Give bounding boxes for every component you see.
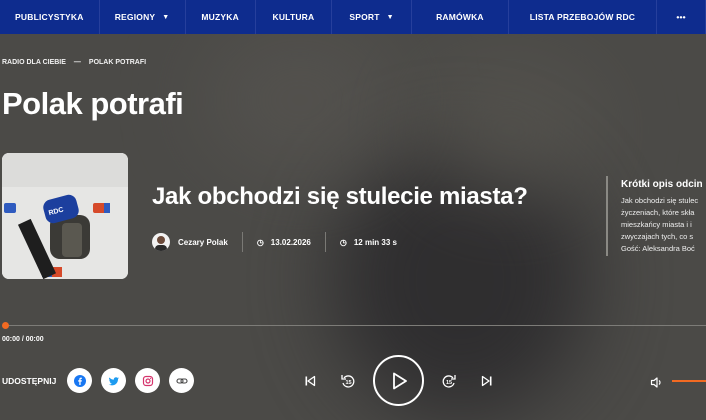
chevron-down-icon: ▼ — [162, 13, 170, 21]
clock-icon: ◷ — [256, 237, 264, 247]
time-display: 00:00 / 00:00 — [2, 336, 44, 343]
breadcrumb-separator: — — [73, 59, 81, 66]
description-title: Krótki opis odcin — [621, 179, 703, 190]
timer-icon: ◷ — [339, 237, 347, 247]
play-icon — [392, 372, 407, 389]
chevron-down-icon: ▼ — [386, 13, 394, 21]
episode-date: 13.02.2026 — [270, 237, 311, 247]
forward-15-button[interactable]: 15 — [440, 372, 458, 390]
svg-text:15: 15 — [346, 380, 352, 386]
nav-item-lista-przebojow[interactable]: LISTA PRZEBOJÓW RDC — [509, 0, 658, 34]
breadcrumb-item-radio[interactable]: RADIO DLA CIEBIE — [2, 59, 66, 66]
link-icon — [176, 377, 188, 384]
author-name[interactable]: Cezary Polak — [178, 238, 228, 247]
breadcrumb: RADIO DLA CIEBIE — POLAK POTRAFI — [2, 59, 146, 66]
share-label: UDOSTĘPNIJ — [2, 375, 57, 386]
skip-next-button[interactable] — [479, 373, 495, 389]
episode-description: Krótki opis odcin Jak obchodzi się stule… — [606, 176, 706, 256]
nav-item-ramowka[interactable]: RAMÓWKA — [412, 0, 509, 34]
rewind-icon: 15 — [341, 375, 355, 388]
nav-item-muzyka[interactable]: MUZYKA — [186, 0, 256, 34]
page-title: Polak potrafi — [2, 86, 184, 121]
episode-duration: 12 min 33 s — [353, 237, 397, 247]
nav-item-publicystyka[interactable]: PUBLICYSTYKA — [0, 0, 100, 34]
main-nav: PUBLICYSTYKA REGIONY ▼ MUZYKA KULTURA SPO… — [0, 0, 706, 34]
description-text: Jak obchodzi się stulec życzeniach, któr… — [621, 196, 699, 253]
twitter-icon — [108, 376, 119, 385]
volume-button[interactable] — [648, 374, 664, 390]
avatar — [152, 233, 170, 251]
more-icon: ••• — [676, 12, 686, 22]
skip-previous-icon — [305, 375, 316, 387]
progress-track[interactable] — [4, 325, 706, 326]
progress-handle[interactable] — [2, 322, 9, 329]
nav-item-sport[interactable]: SPORT ▼ — [332, 0, 413, 34]
volume-icon — [650, 376, 661, 388]
nav-item-regiony[interactable]: REGIONY ▼ — [100, 0, 186, 34]
share-bar: UDOSTĘPNIJ — [2, 368, 203, 393]
share-facebook-button[interactable] — [67, 368, 93, 393]
share-twitter-button[interactable] — [101, 368, 127, 393]
skip-next-icon — [481, 375, 492, 387]
more-menu-button[interactable]: ••• — [657, 0, 706, 34]
play-button[interactable] — [373, 355, 424, 406]
nav-item-kultura[interactable]: KULTURA — [256, 0, 333, 34]
instagram-icon — [142, 375, 153, 386]
skip-previous-button[interactable] — [302, 373, 318, 389]
forward-icon: 15 — [442, 375, 456, 388]
episode-meta: Cezary Polak ◷ 13.02.2026 ◷ 12 min 33 s — [152, 231, 397, 253]
volume-slider[interactable] — [672, 380, 706, 382]
breadcrumb-item-polak-potrafi[interactable]: POLAK POTRAFI — [89, 59, 146, 66]
svg-text:15: 15 — [446, 380, 452, 386]
share-link-button[interactable] — [169, 368, 195, 393]
episode-thumbnail: RDC — [2, 153, 128, 279]
share-instagram-button[interactable] — [135, 368, 161, 393]
rewind-15-button[interactable]: 15 — [339, 372, 357, 390]
episode-title: Jak obchodzi się stulecie miasta? — [152, 183, 528, 210]
facebook-icon — [73, 374, 86, 387]
